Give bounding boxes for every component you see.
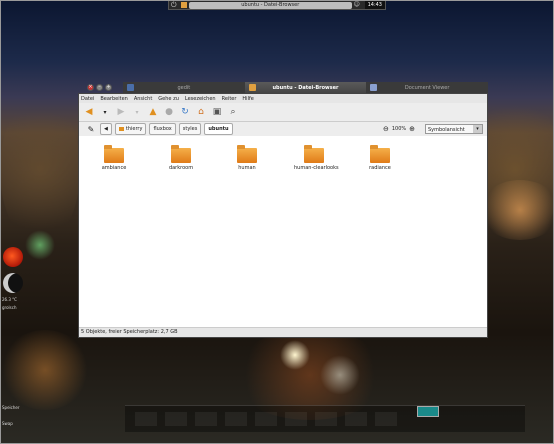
computer-icon[interactable]: ▣ bbox=[211, 106, 223, 118]
back-icon[interactable]: ◀ bbox=[83, 106, 95, 118]
close-button[interactable]: × bbox=[87, 84, 94, 91]
task-gedit[interactable]: gedit bbox=[123, 82, 245, 93]
stop-icon[interactable]: ● bbox=[163, 106, 175, 118]
file-browser-window: × – + Datei Bearbeiten Ansicht Gehe zu L… bbox=[78, 84, 488, 338]
conky-memory: Speicher bbox=[2, 405, 20, 410]
dock-slot[interactable] bbox=[375, 412, 397, 426]
dock-slot[interactable] bbox=[255, 412, 277, 426]
search-icon[interactable]: ⌕ bbox=[227, 106, 239, 118]
file-view[interactable]: ambiance darkroom human human-clearlooks… bbox=[79, 136, 487, 328]
chevron-down-icon: ▾ bbox=[473, 125, 482, 133]
menu-lesezeichen[interactable]: Lesezeichen bbox=[185, 96, 216, 102]
menu-datei[interactable]: Datei bbox=[81, 96, 94, 102]
folder-icon bbox=[248, 84, 256, 91]
conky-monitor: 26.3 °C grolsch Speicher Swap bbox=[0, 243, 28, 438]
breadcrumb-fluxbox[interactable]: fluxbox bbox=[149, 123, 176, 135]
conky-swap: Swap bbox=[2, 421, 13, 426]
breadcrumb-ubuntu[interactable]: ubuntu bbox=[204, 123, 233, 135]
folder-icon bbox=[181, 2, 187, 8]
folder-item[interactable]: radiance bbox=[360, 145, 400, 171]
edit-location-icon[interactable]: ✎ bbox=[85, 123, 97, 135]
zoom-controls: ⊖ 100% ⊕ bbox=[383, 125, 415, 133]
maximize-button[interactable]: + bbox=[105, 84, 112, 91]
folder-item[interactable]: ambiance bbox=[94, 145, 134, 171]
sun-icon bbox=[3, 247, 23, 267]
breadcrumb-thierry[interactable]: thierry bbox=[114, 123, 147, 135]
window-controls: × – + bbox=[87, 84, 112, 91]
folder-item[interactable]: darkroom bbox=[161, 145, 201, 171]
folder-icon bbox=[237, 145, 257, 163]
user-icon[interactable]: ☺ bbox=[354, 2, 360, 8]
folder-item[interactable]: human bbox=[227, 145, 267, 171]
task-label: ubuntu - Datei-Browser bbox=[272, 84, 339, 91]
folder-icon bbox=[104, 145, 124, 163]
home-icon[interactable]: ⌂ bbox=[195, 106, 207, 118]
document-viewer-icon bbox=[370, 84, 378, 91]
window-tabs-bar: gedit ubuntu - Datei-Browser Document Vi… bbox=[123, 82, 488, 93]
folder-icon bbox=[370, 145, 390, 163]
task-label: Document Viewer bbox=[404, 84, 450, 91]
menu-gehe-zu[interactable]: Gehe zu bbox=[158, 96, 179, 102]
dock-slot[interactable] bbox=[135, 412, 157, 426]
bottom-dock bbox=[125, 405, 525, 432]
menu-bearbeiten[interactable]: Bearbeiten bbox=[100, 96, 127, 102]
menu-hilfe[interactable]: Hilfe bbox=[242, 96, 253, 102]
dock-slot[interactable] bbox=[345, 412, 367, 426]
clock[interactable]: 14:43 bbox=[364, 1, 385, 9]
zoom-out-icon[interactable]: ⊖ bbox=[383, 125, 389, 133]
folder-icon bbox=[304, 145, 324, 163]
active-window-title[interactable]: ubuntu - Datei-Browser bbox=[189, 1, 352, 9]
back-dropdown-icon[interactable]: ▾ bbox=[99, 106, 111, 118]
forward-dropdown-icon[interactable]: ▾ bbox=[131, 106, 143, 118]
task-file-browser[interactable]: ubuntu - Datei-Browser bbox=[244, 82, 367, 93]
moon-icon bbox=[3, 273, 23, 293]
dock-slot[interactable] bbox=[165, 412, 187, 426]
logout-icon[interactable]: ⏻ bbox=[171, 2, 177, 9]
folder-item[interactable]: human-clearlooks bbox=[294, 145, 339, 171]
workspace-indicator[interactable] bbox=[417, 406, 439, 417]
task-document-viewer[interactable]: Document Viewer bbox=[366, 82, 488, 93]
conky-temp: 26.3 °C bbox=[2, 297, 17, 302]
menu-reiter[interactable]: Reiter bbox=[222, 96, 237, 102]
gedit-icon bbox=[127, 84, 134, 91]
breadcrumb-styles[interactable]: styles bbox=[178, 123, 202, 135]
dock-slot[interactable] bbox=[195, 412, 217, 426]
top-panel: ⏻ ubuntu - Datei-Browser ☺ 14:43 bbox=[168, 0, 386, 10]
folder-icon bbox=[171, 145, 191, 163]
toolbar: ◀ ▾ ▶ ▾ ▲ ● ↻ ⌂ ▣ ⌕ bbox=[79, 103, 487, 122]
home-folder-icon bbox=[118, 127, 124, 131]
reload-icon[interactable]: ↻ bbox=[179, 106, 191, 118]
menu-bar: Datei Bearbeiten Ansicht Gehe zu Lesezei… bbox=[79, 94, 487, 103]
status-bar: 5 Objekte, freier Speicherplatz: 2,7 GB bbox=[79, 327, 487, 337]
dock-slot[interactable] bbox=[285, 412, 307, 426]
breadcrumb-back-arrow[interactable]: ◀ bbox=[100, 123, 112, 135]
view-mode-select[interactable]: Symbolansicht ▾ bbox=[425, 124, 483, 134]
forward-icon[interactable]: ▶ bbox=[115, 106, 127, 118]
up-icon[interactable]: ▲ bbox=[147, 106, 159, 118]
conky-host: grolsch bbox=[2, 305, 17, 310]
dock-slot[interactable] bbox=[225, 412, 247, 426]
task-label: gedit bbox=[177, 84, 191, 91]
zoom-in-icon[interactable]: ⊕ bbox=[409, 125, 415, 133]
dock-slot[interactable] bbox=[315, 412, 337, 426]
zoom-level[interactable]: 100% bbox=[392, 126, 406, 132]
minimize-button[interactable]: – bbox=[96, 84, 103, 91]
menu-ansicht[interactable]: Ansicht bbox=[134, 96, 152, 102]
